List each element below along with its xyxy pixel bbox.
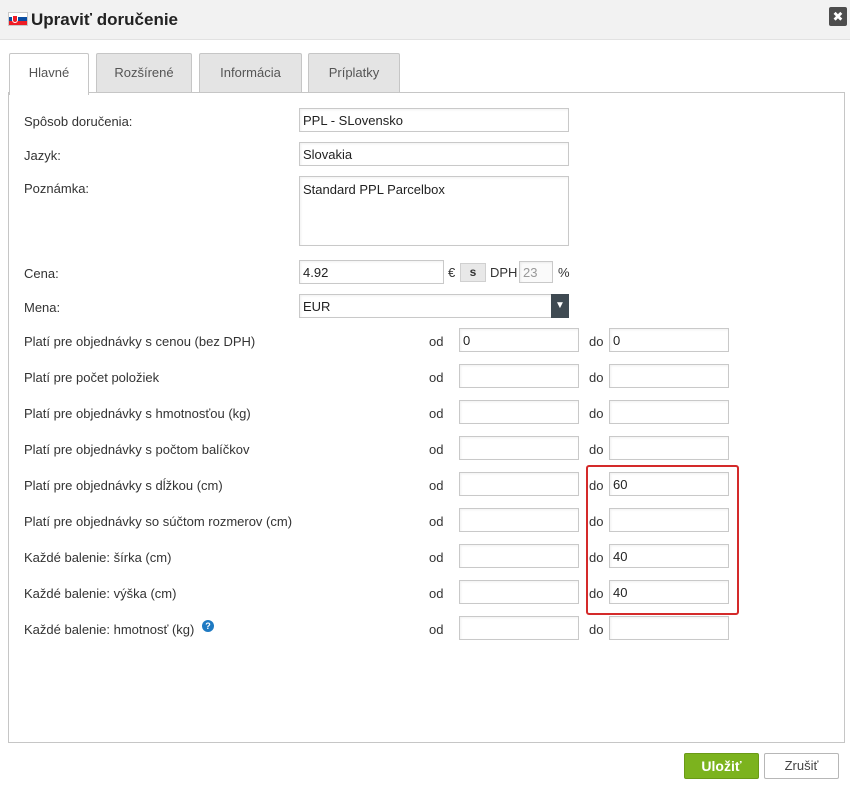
width-from-input[interactable] bbox=[459, 544, 579, 568]
cancel-button[interactable]: Zrušiť bbox=[764, 753, 839, 779]
item-count-to-input[interactable] bbox=[609, 364, 729, 388]
dialog-title: Upraviť doručenie bbox=[31, 10, 179, 29]
vat-toggle-button[interactable]: s bbox=[460, 263, 486, 282]
do-label: do bbox=[589, 406, 604, 421]
od-label: od bbox=[429, 550, 444, 565]
dialog-titlebar: Upraviť doručenie ✖ bbox=[0, 0, 850, 40]
dimension-sum-from-input[interactable] bbox=[459, 508, 579, 532]
highlight-box bbox=[586, 465, 739, 615]
currency-label: Mena: bbox=[24, 300, 61, 315]
currency-symbol: € bbox=[448, 265, 456, 280]
od-label: od bbox=[429, 334, 444, 349]
od-label: od bbox=[429, 622, 444, 637]
tab-priplatky[interactable]: Príplatky bbox=[308, 53, 400, 93]
save-button[interactable]: Uložiť bbox=[684, 753, 759, 779]
delivery-method-label: Spôsob doručenia: bbox=[24, 114, 133, 129]
range-label-item-count: Platí pre počet položiek bbox=[24, 370, 160, 385]
range-label-package-weight: Každé balenie: hmotnosť (kg) bbox=[24, 622, 195, 637]
do-label: do bbox=[589, 334, 604, 349]
price-input[interactable]: 4.92 bbox=[299, 260, 444, 284]
od-label: od bbox=[429, 442, 444, 457]
od-label: od bbox=[429, 478, 444, 493]
tab-rozsirene[interactable]: Rozšírené bbox=[96, 53, 192, 93]
do-label: do bbox=[589, 622, 604, 637]
currency-select[interactable]: EUR bbox=[299, 294, 552, 318]
price-to-input[interactable]: 0 bbox=[609, 328, 729, 352]
tab-informacia[interactable]: Informácia bbox=[199, 53, 302, 93]
close-icon[interactable]: ✖ bbox=[829, 7, 847, 26]
range-label-price: Platí pre objednávky s cenou (bez DPH) bbox=[24, 334, 256, 349]
od-label: od bbox=[429, 514, 444, 529]
package-weight-to-input[interactable] bbox=[609, 616, 729, 640]
note-label: Poznámka: bbox=[24, 181, 90, 196]
delivery-method-input[interactable]: PPL - SLovensko bbox=[299, 108, 569, 132]
chevron-down-icon[interactable]: ▼ bbox=[551, 294, 569, 318]
range-label-height: Každé balenie: výška (cm) bbox=[24, 586, 177, 601]
do-label: do bbox=[589, 370, 604, 385]
range-label-package-count: Platí pre objednávky s počtom balíčkov bbox=[24, 442, 250, 457]
price-from-input[interactable]: 0 bbox=[459, 328, 579, 352]
weight-from-input[interactable] bbox=[459, 400, 579, 424]
range-label-length: Platí pre objednávky s dĺžkou (cm) bbox=[24, 478, 223, 493]
percent-label: % bbox=[558, 265, 570, 280]
package-count-from-input[interactable] bbox=[459, 436, 579, 460]
package-count-to-input[interactable] bbox=[609, 436, 729, 460]
od-label: od bbox=[429, 586, 444, 601]
vat-rate-input[interactable]: 23 bbox=[519, 261, 553, 283]
length-from-input[interactable] bbox=[459, 472, 579, 496]
range-label-width: Každé balenie: šírka (cm) bbox=[24, 550, 172, 565]
note-textarea[interactable]: Standard PPL Parcelbox bbox=[299, 176, 569, 246]
range-label-dimension-sum: Platí pre objednávky so súčtom rozmerov … bbox=[24, 514, 293, 529]
price-label: Cena: bbox=[24, 266, 59, 281]
language-input[interactable]: Slovakia bbox=[299, 142, 569, 166]
tab-hlavne[interactable]: Hlavné bbox=[9, 53, 89, 95]
do-label: do bbox=[589, 442, 604, 457]
range-label-weight: Platí pre objednávky s hmotnosťou (kg) bbox=[24, 406, 251, 421]
od-label: od bbox=[429, 370, 444, 385]
language-label: Jazyk: bbox=[24, 148, 61, 163]
help-icon[interactable]: ? bbox=[202, 620, 214, 632]
weight-to-input[interactable] bbox=[609, 400, 729, 424]
height-from-input[interactable] bbox=[459, 580, 579, 604]
vat-label: DPH bbox=[490, 265, 518, 280]
od-label: od bbox=[429, 406, 444, 421]
item-count-from-input[interactable] bbox=[459, 364, 579, 388]
slovakia-flag-icon bbox=[8, 12, 28, 26]
package-weight-from-input[interactable] bbox=[459, 616, 579, 640]
